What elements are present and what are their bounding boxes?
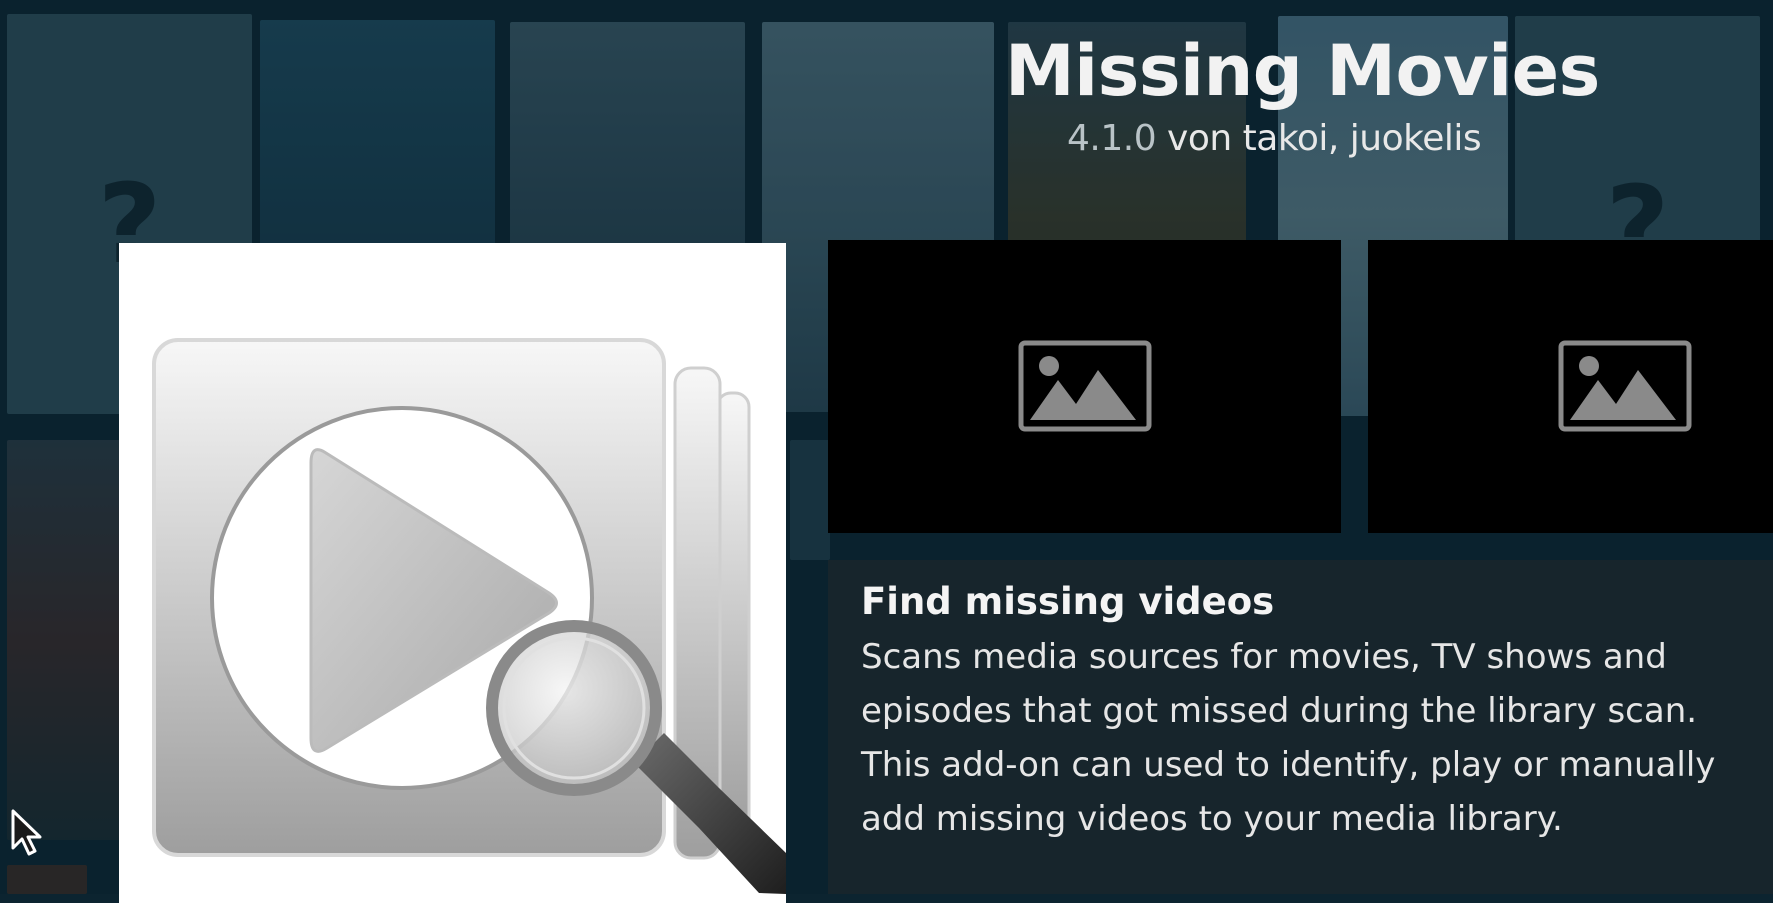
addon-title: Missing Movies [1005, 30, 1600, 112]
description-panel: Find missing videos Scans media sources … [828, 560, 1773, 894]
poster-tile [7, 440, 122, 840]
addon-version: 4.1.0 [1067, 118, 1157, 159]
addon-subtitle: 4.1.0 von takoi, juokelis [1067, 118, 1482, 159]
addon-icon-tile [119, 243, 786, 903]
screenshot-1[interactable] [828, 240, 1341, 533]
description-body: Scans media sources for movies, TV shows… [861, 637, 1716, 839]
screenshot-2[interactable] [1368, 240, 1773, 533]
poster-tile [7, 865, 87, 894]
image-placeholder-icon [1558, 340, 1692, 432]
mouse-pointer-icon [11, 809, 42, 856]
description-heading: Find missing videos [861, 580, 1275, 623]
play-magnifier-icon [152, 338, 786, 894]
image-placeholder-icon [1018, 340, 1152, 432]
poster-tile [790, 440, 830, 560]
addon-author: von takoi, juokelis [1156, 118, 1482, 159]
